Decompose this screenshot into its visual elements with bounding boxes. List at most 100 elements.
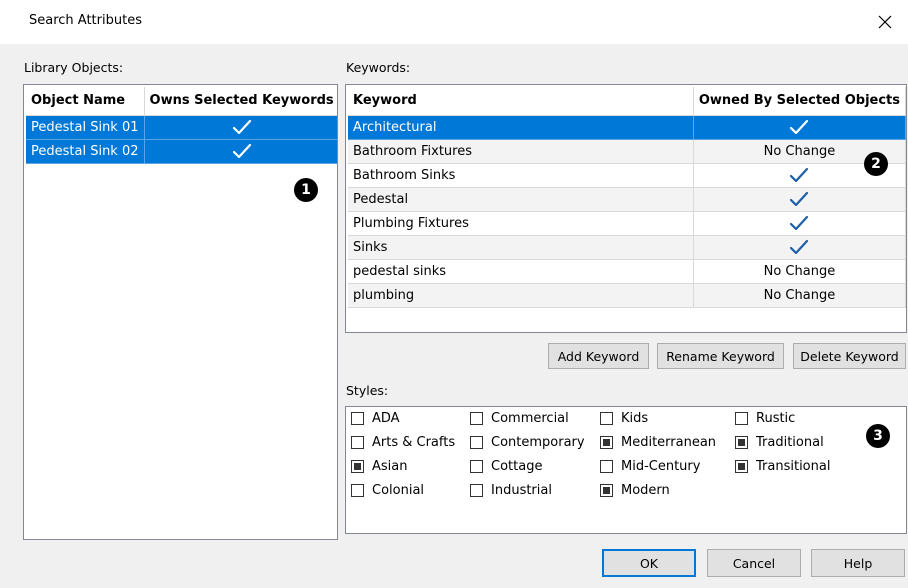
keyword-row[interactable]: Bathroom Fixtures No Change: [348, 139, 906, 164]
style-label: Asian: [372, 459, 408, 474]
checkbox-box[interactable]: [735, 412, 748, 425]
close-button[interactable]: [862, 0, 908, 44]
style-label: Colonial: [372, 483, 425, 498]
owned-by-selected-cell: [693, 235, 906, 260]
style-label: Cottage: [491, 459, 543, 474]
library-objects-table: Object Name Owns Selected Keywords Pedes…: [26, 87, 337, 164]
style-label: Mediterranean: [621, 435, 717, 450]
keyword-cell: Architectural: [348, 115, 694, 140]
keyword-cell: Bathroom Sinks: [348, 163, 694, 188]
style-label: Kids: [621, 411, 649, 426]
checkbox-box[interactable]: [351, 484, 364, 497]
checkmark-icon: [790, 239, 809, 255]
window-title: Search Attributes: [29, 13, 142, 28]
checkbox-box[interactable]: [600, 412, 613, 425]
keyword-row[interactable]: plumbing No Change: [348, 283, 906, 308]
ok-button[interactable]: OK: [602, 549, 696, 577]
title-bar: Search Attributes: [0, 0, 908, 44]
keyword-cell: pedestal sinks: [348, 259, 694, 284]
style-checkbox[interactable]: Mid-Century: [600, 459, 700, 474]
owned-by-selected-cell: [693, 115, 906, 140]
owned-by-selected-cell: [693, 187, 906, 212]
rename-keyword-button[interactable]: Rename Keyword: [657, 343, 784, 369]
style-checkbox[interactable]: Colonial: [351, 483, 424, 498]
checkbox-box[interactable]: [470, 412, 483, 425]
keyword-row[interactable]: Sinks: [348, 235, 906, 260]
style-checkbox[interactable]: Transitional: [735, 459, 830, 474]
style-checkbox[interactable]: ADA: [351, 411, 400, 426]
checkbox-box[interactable]: [470, 436, 483, 449]
style-checkbox[interactable]: Asian: [351, 459, 407, 474]
keyword-row[interactable]: Architectural: [348, 115, 906, 140]
keyword-row[interactable]: Bathroom Sinks: [348, 163, 906, 188]
checkbox-box[interactable]: [351, 412, 364, 425]
owned-by-selected-cell: No Change: [693, 283, 906, 308]
style-label: Rustic: [756, 411, 796, 426]
keywords-table: Keyword Owned By Selected Objects Archit…: [348, 87, 906, 308]
keywords-label: Keywords:: [346, 60, 411, 75]
checkmark-icon: [790, 167, 809, 183]
object-name-cell: Pedestal Sink 02: [26, 139, 145, 164]
checkbox-box[interactable]: [600, 460, 613, 473]
checkmark-icon: [790, 215, 809, 231]
add-keyword-button[interactable]: Add Keyword: [548, 343, 649, 369]
checkbox-box[interactable]: [351, 460, 364, 473]
style-checkbox[interactable]: Cottage: [470, 459, 542, 474]
style-checkbox[interactable]: Traditional: [735, 435, 824, 450]
style-label: Arts & Crafts: [372, 435, 456, 450]
style-label: Modern: [621, 483, 670, 498]
object-name-cell: Pedestal Sink 01: [26, 115, 145, 140]
checkmark-icon: [232, 143, 251, 159]
style-checkbox[interactable]: Industrial: [470, 483, 552, 498]
callout-1: 1: [294, 178, 318, 202]
callout-3: 3: [866, 424, 890, 448]
checkmark-icon: [790, 119, 809, 135]
owned-by-selected-cell: No Change: [693, 259, 906, 284]
style-label: ADA: [372, 411, 400, 426]
library-objects-list[interactable]: Object Name Owns Selected Keywords Pedes…: [23, 84, 338, 540]
style-checkbox[interactable]: Commercial: [470, 411, 569, 426]
style-checkbox[interactable]: Mediterranean: [600, 435, 716, 450]
keyword-cell: Sinks: [348, 235, 694, 260]
checkbox-box[interactable]: [351, 436, 364, 449]
keywords-list[interactable]: Keyword Owned By Selected Objects Archit…: [345, 84, 907, 333]
style-label: Transitional: [756, 459, 831, 474]
style-checkbox[interactable]: Arts & Crafts: [351, 435, 455, 450]
style-checkbox[interactable]: Modern: [600, 483, 670, 498]
checkmark-icon: [232, 119, 251, 135]
keyword-cell: plumbing: [348, 283, 694, 308]
style-label: Contemporary: [491, 435, 585, 450]
delete-keyword-button[interactable]: Delete Keyword: [793, 343, 906, 369]
checkbox-box[interactable]: [600, 484, 613, 497]
styles-panel: ADA Arts & Crafts Asian Colonial Commercial C…: [345, 406, 907, 534]
library-object-row[interactable]: Pedestal Sink 02: [26, 139, 337, 164]
library-objects-label: Library Objects:: [24, 60, 124, 75]
column-header-keyword[interactable]: Keyword: [348, 87, 694, 116]
owns-keywords-cell: [144, 115, 337, 140]
column-header-owned-by-selected-objects[interactable]: Owned By Selected Objects: [693, 87, 906, 116]
checkbox-box[interactable]: [735, 460, 748, 473]
style-checkbox[interactable]: Contemporary: [470, 435, 585, 450]
owned-by-selected-cell: [693, 211, 906, 236]
help-button[interactable]: Help: [811, 549, 905, 577]
owns-keywords-cell: [144, 139, 337, 164]
keyword-cell: Pedestal: [348, 187, 694, 212]
checkbox-box[interactable]: [470, 484, 483, 497]
keyword-cell: Bathroom Fixtures: [348, 139, 694, 164]
keyword-row[interactable]: pedestal sinks No Change: [348, 259, 906, 284]
style-checkbox[interactable]: Rustic: [735, 411, 795, 426]
style-checkbox[interactable]: Kids: [600, 411, 648, 426]
styles-label: Styles:: [346, 383, 389, 398]
column-header-object-name[interactable]: Object Name: [26, 87, 145, 116]
column-header-owns-selected-keywords[interactable]: Owns Selected Keywords: [144, 87, 337, 116]
keyword-row[interactable]: Plumbing Fixtures: [348, 211, 906, 236]
keyword-row[interactable]: Pedestal: [348, 187, 906, 212]
library-object-row[interactable]: Pedestal Sink 01: [26, 115, 337, 140]
checkbox-box[interactable]: [735, 436, 748, 449]
style-label: Commercial: [491, 411, 569, 426]
checkbox-box[interactable]: [600, 436, 613, 449]
callout-2: 2: [864, 152, 888, 176]
checkbox-box[interactable]: [470, 460, 483, 473]
cancel-button[interactable]: Cancel: [707, 549, 801, 577]
style-label: Traditional: [756, 435, 824, 450]
